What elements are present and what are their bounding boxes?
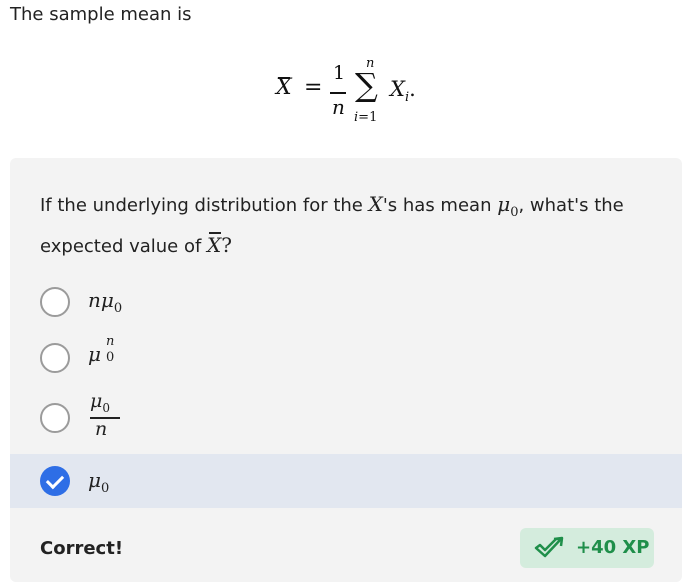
radio-button[interactable] xyxy=(40,287,70,317)
radio-button[interactable] xyxy=(40,403,70,433)
check-arrow-icon xyxy=(534,536,564,558)
formula-numerator: 1 xyxy=(333,62,346,84)
sample-mean-formula: X = 1 n n ∑ i=1 Xi. xyxy=(272,52,452,132)
question-card: If the underlying distribution for the X… xyxy=(10,158,682,582)
xp-label: +40 XP xyxy=(576,537,650,558)
checked-radio-icon[interactable] xyxy=(40,466,70,496)
xp-badge: +40 XP xyxy=(520,528,654,568)
answer-option-4-selected[interactable]: μ0 xyxy=(10,454,682,508)
formula-sum-lower: i=1 xyxy=(354,110,378,125)
answer-option-2[interactable]: μn0 xyxy=(10,330,682,386)
answer-option-3[interactable]: μ0 n xyxy=(10,388,682,448)
formula-term: Xi. xyxy=(390,77,416,106)
option-label: nμ0 xyxy=(88,288,123,316)
formula-denominator: n xyxy=(332,95,345,119)
option-label: μ0 xyxy=(88,468,110,496)
answer-option-1[interactable]: nμ0 xyxy=(10,274,682,330)
question-text: If the underlying distribution for the X… xyxy=(40,188,660,263)
formula-xbar: X xyxy=(276,75,292,100)
intro-text: The sample mean is xyxy=(10,4,192,25)
formula-sum-symbol: ∑ xyxy=(355,66,378,104)
option-label: μn0 xyxy=(88,334,115,366)
formula-equals: = xyxy=(304,75,323,100)
formula-fraction-line xyxy=(330,92,346,94)
feedback-text: Correct! xyxy=(40,538,124,559)
radio-button[interactable] xyxy=(40,343,70,373)
